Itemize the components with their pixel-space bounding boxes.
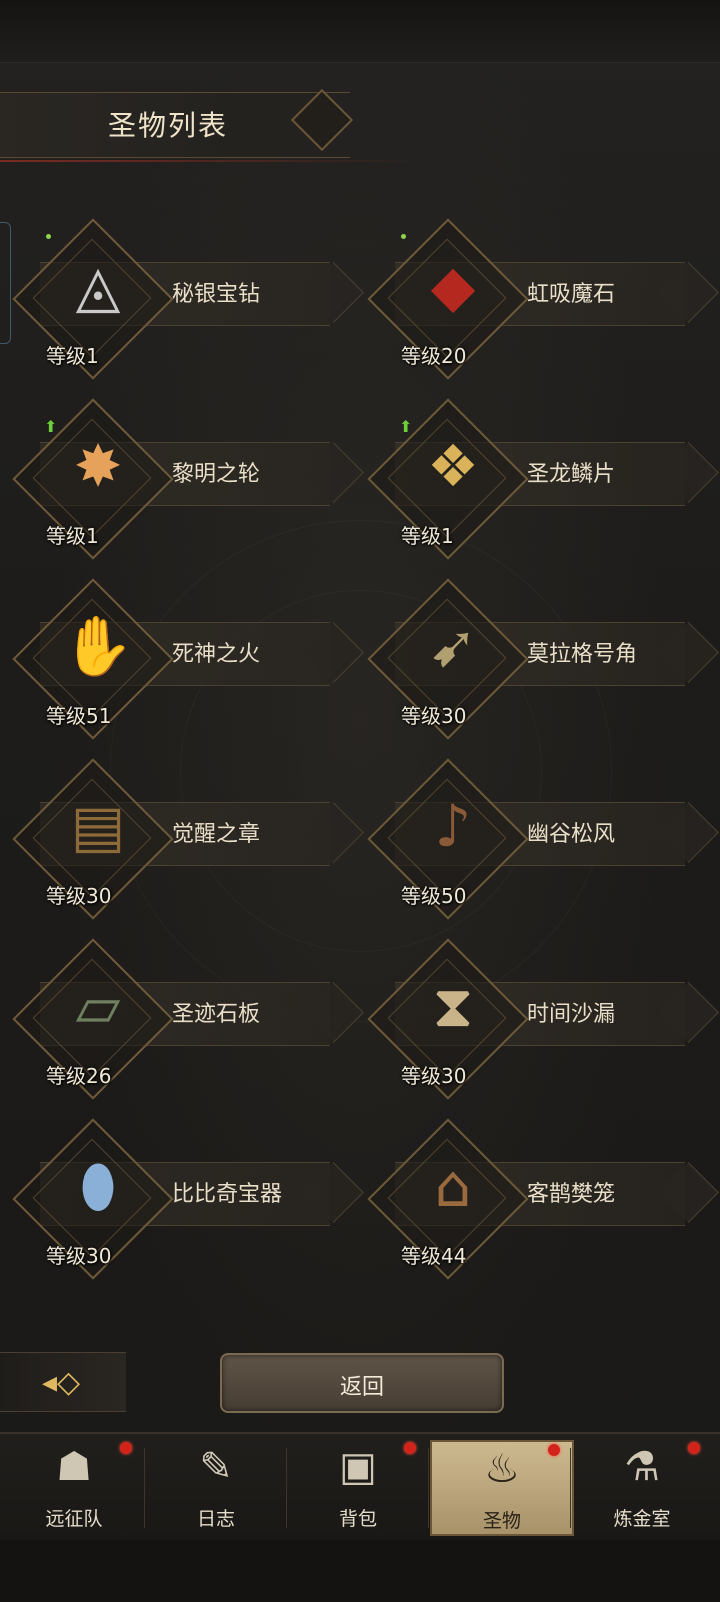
- relic-name: 黎明之轮: [172, 462, 261, 487]
- relic-icon: ❖: [427, 432, 479, 500]
- page-title: 圣物列表: [108, 109, 229, 142]
- new-dot: [46, 234, 51, 239]
- top-border: [0, 0, 720, 63]
- relic-name: 比比奇宝器: [172, 1182, 283, 1207]
- relic-card[interactable]: ✋⬆死神之火等级51: [10, 578, 364, 740]
- relic-name: 圣龙鳞片: [527, 462, 616, 487]
- relic-card[interactable]: ➹⬆莫拉格号角等级30: [365, 578, 719, 740]
- relic-icon: ➹: [428, 612, 478, 680]
- relic-icon: ⬮: [79, 1152, 117, 1220]
- tab-label: 炼金室: [613, 1508, 671, 1530]
- tab-expedition[interactable]: ☗ 远征队: [4, 1440, 144, 1532]
- relic-icon: ◆: [430, 252, 476, 320]
- tab-label: 圣物: [482, 1510, 521, 1532]
- relic-icon: ⧗: [432, 972, 474, 1040]
- relic-name: 觉醒之章: [172, 822, 261, 847]
- new-dot: [401, 234, 406, 239]
- relic-card[interactable]: ⬮⬆比比奇宝器等级30: [10, 1118, 364, 1280]
- tab-journal[interactable]: ✎ 日志: [146, 1440, 286, 1532]
- relic-card[interactable]: ⧗⬆时间沙漏等级30: [365, 938, 719, 1100]
- back-button-label: 返回: [339, 1375, 384, 1400]
- tab-separator: [144, 1448, 145, 1528]
- title-underline: [0, 160, 420, 162]
- relic-name: 圣迹石板: [172, 1002, 261, 1027]
- relic-card[interactable]: ❖ ⬆ 圣龙鳞片等级1: [365, 398, 719, 560]
- tab-alchemy[interactable]: ⚗ 炼金室: [572, 1440, 712, 1532]
- relic-name: 虹吸魔石: [527, 282, 616, 307]
- relic-card[interactable]: ◆⬆虹吸魔石等级20: [365, 218, 719, 380]
- upgrade-arrow-icon: ⬆: [399, 417, 413, 436]
- relic-card[interactable]: ✸ ⬆ 黎明之轮等级1: [10, 398, 364, 560]
- notification-badge: [120, 1442, 132, 1454]
- tab-separator: [286, 1448, 287, 1528]
- tab-separator: [428, 1448, 429, 1528]
- relic-name: 客鹊樊笼: [527, 1182, 616, 1207]
- relic-level: 等级44: [401, 1244, 467, 1268]
- relic-icon: ♪: [434, 792, 472, 860]
- relic-level: 等级30: [401, 704, 467, 728]
- notification-badge: [688, 1442, 700, 1454]
- relic-name: 死神之火: [172, 642, 261, 667]
- relic-card[interactable]: ▱⬆圣迹石板等级26: [10, 938, 364, 1100]
- tab-relics[interactable]: ♨ 圣物: [430, 1440, 574, 1536]
- tab-label: 日志: [196, 1508, 235, 1530]
- tab-label: 背包: [338, 1508, 377, 1530]
- tab-label: 远征队: [45, 1508, 103, 1530]
- scroll-icon: ✎: [199, 1444, 233, 1490]
- tab-separator: [570, 1448, 571, 1528]
- relic-icon: ▱: [75, 972, 121, 1040]
- relic-icon: ▤: [70, 792, 126, 860]
- back-button[interactable]: 返回: [220, 1353, 504, 1413]
- relic-card[interactable]: ◬⬆秘银宝钻等级1: [10, 218, 364, 380]
- relic-name: 幽谷松风: [527, 822, 616, 847]
- relic-level: 等级51: [46, 704, 112, 728]
- notification-badge: [404, 1442, 416, 1454]
- upgrade-arrow-icon: ⬆: [44, 417, 58, 436]
- arrow-left-icon: ◂◇: [42, 1365, 81, 1400]
- relic-card[interactable]: ⌂⬆客鹊樊笼等级44: [365, 1118, 719, 1280]
- relic-card[interactable]: ▤⬆觉醒之章等级30: [10, 758, 364, 920]
- relic-level: 等级1: [46, 344, 99, 368]
- relic-level: 等级30: [46, 884, 112, 908]
- relic-level: 等级20: [401, 344, 467, 368]
- notification-badge: [548, 1444, 560, 1456]
- relic-level: 等级30: [46, 1244, 112, 1268]
- relic-name: 时间沙漏: [527, 1002, 616, 1027]
- relic-icon: ⌂: [434, 1152, 472, 1220]
- relic-level: 等级50: [401, 884, 467, 908]
- relic-icon: ✸: [73, 432, 123, 500]
- relic-level: 等级30: [401, 1064, 467, 1088]
- bottom-border: [0, 1540, 720, 1600]
- collapse-arrow-button[interactable]: ◂◇: [0, 1352, 126, 1412]
- relic-level: 等级1: [46, 524, 99, 548]
- relic-name: 秘银宝钻: [172, 282, 261, 307]
- relic-name: 莫拉格号角: [527, 642, 638, 667]
- tab-backpack[interactable]: ▣ 背包: [288, 1440, 428, 1532]
- relic-level: 等级26: [46, 1064, 112, 1088]
- relic-level: 等级1: [401, 524, 454, 548]
- relic-card[interactable]: ♪⬆幽谷松风等级50: [365, 758, 719, 920]
- relic-icon: ◬: [75, 252, 121, 320]
- relic-icon: ✋: [61, 612, 135, 680]
